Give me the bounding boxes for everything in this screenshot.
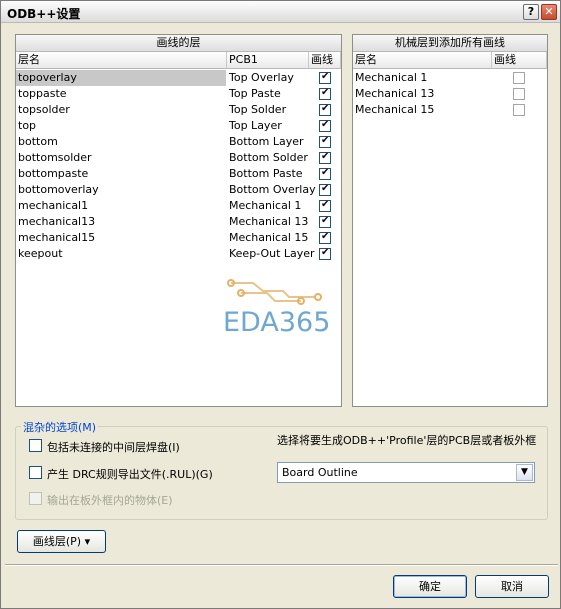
chevron-down-icon[interactable]: ▼ [516, 464, 533, 481]
draw-checkbox[interactable] [319, 183, 331, 196]
layer-name-cell: bottomsolder [18, 151, 92, 164]
table-row[interactable]: topsolder Top Solder [16, 102, 341, 118]
draw-checkbox[interactable] [319, 247, 331, 260]
layer-name-cell: mechanical1 [18, 199, 89, 212]
draw-checkbox[interactable] [319, 215, 331, 228]
table-row[interactable]: toppaste Top Paste [16, 86, 341, 102]
pcb-layer-cell: Mechanical 13 [229, 215, 309, 228]
draw-checkbox[interactable] [319, 199, 331, 212]
layer-name-cell: mechanical15 [18, 231, 96, 244]
pcb-layer-cell: Bottom Solder [229, 151, 308, 164]
checkbox-box[interactable] [29, 466, 42, 479]
odb-settings-dialog: ODB++设置 ? ✕ 画线的层 层名 PCB1 画线 topoverlay To… [0, 0, 561, 609]
table-row[interactable]: Mechanical 13 [353, 86, 547, 102]
pcb-layer-cell: Bottom Overlay [229, 183, 316, 196]
circuit-trace-icon [227, 279, 322, 305]
table-row[interactable]: Mechanical 1 [353, 70, 547, 86]
footer-divider [5, 564, 558, 566]
table-row[interactable]: Mechanical 15 [353, 102, 547, 118]
pcb-layer-cell: Top Overlay [229, 71, 294, 84]
title-bar[interactable]: ODB++设置 ? ✕ [1, 1, 560, 23]
draw-checkbox[interactable] [319, 135, 331, 148]
mech-layer-name-cell: Mechanical 1 [355, 71, 428, 84]
mech-draw-checkbox[interactable] [513, 72, 525, 84]
pcb-layer-cell: Bottom Layer [229, 135, 304, 148]
draw-checkbox[interactable] [319, 151, 331, 164]
layer-name-cell: bottomoverlay [18, 183, 99, 196]
table-row[interactable]: mechanical1 Mechanical 1 [16, 198, 341, 214]
table-row[interactable]: bottom Bottom Layer [16, 134, 341, 150]
mech-draw-checkbox[interactable] [513, 88, 525, 100]
profile-layer-select[interactable]: Board Outline ▼ [277, 462, 535, 483]
close-button[interactable]: ✕ [541, 4, 557, 20]
column-mech-layer-name[interactable]: 层名 [353, 52, 492, 69]
column-pcb1[interactable]: PCB1 [227, 52, 309, 69]
ok-button[interactable]: 确定 [393, 575, 467, 598]
draw-checkbox[interactable] [319, 167, 331, 180]
pcb-layer-cell: Top Solder [229, 103, 287, 116]
output-outside-board-label: 输出在板外框内的物体(E) [47, 494, 173, 507]
pcb-layer-cell: Top Paste [229, 87, 281, 100]
mech-draw-checkbox[interactable] [513, 104, 525, 116]
draw-checkbox[interactable] [319, 71, 331, 84]
layer-name-cell: topoverlay [16, 70, 226, 86]
mech-layer-name-cell: Mechanical 15 [355, 103, 435, 116]
table-row[interactable]: bottomsolder Bottom Solder [16, 150, 341, 166]
layer-name-cell: mechanical13 [18, 215, 96, 228]
column-mech-draw[interactable]: 画线 [492, 52, 547, 69]
window-title: ODB++设置 [7, 7, 81, 21]
table-row[interactable]: top Top Layer [16, 118, 341, 134]
profile-layer-label: 选择将要生成ODB++'Profile'层的PCB层或者板外框 [277, 434, 537, 447]
layer-name-cell: toppaste [18, 87, 67, 100]
cancel-button[interactable]: 取消 [475, 575, 549, 598]
table-row[interactable]: mechanical15 Mechanical 15 [16, 230, 341, 246]
pcb-layer-cell: Mechanical 1 [229, 199, 302, 212]
profile-layer-value: Board Outline [282, 466, 358, 479]
drawn-layers-header: 画线的层 [16, 35, 341, 52]
export-drc-rules-label: 产生 DRC规则导出文件(.RUL)(G) [47, 468, 213, 481]
draw-layers-button[interactable]: 画线层(P) ▾ [17, 530, 106, 553]
mechanical-layers-panel: 机械层到添加所有画线 层名 画线 Mechanical 1 Mechanical … [352, 34, 548, 407]
watermark-text: EDA365 [223, 307, 331, 338]
drawn-layers-panel: 画线的层 层名 PCB1 画线 topoverlayTop Overlaytop… [15, 34, 342, 407]
layer-name-cell: keepout [18, 247, 63, 260]
layer-name-cell: topsolder [18, 103, 70, 116]
layer-name-cell: bottompaste [18, 167, 89, 180]
draw-checkbox[interactable] [319, 231, 331, 244]
pcb-layer-cell: Bottom Paste [229, 167, 303, 180]
table-row[interactable]: keepout Keep-Out Layer [16, 246, 341, 262]
eda365-watermark: EDA365 [223, 279, 341, 339]
layer-name-cell: top [18, 119, 37, 132]
misc-options-legend: 混杂的选项(M) [21, 419, 99, 435]
table-row[interactable]: mechanical13 Mechanical 13 [16, 214, 341, 230]
checkbox-box[interactable] [29, 439, 42, 452]
draw-checkbox[interactable] [319, 103, 331, 116]
table-row[interactable]: bottompaste Bottom Paste [16, 166, 341, 182]
mechanical-layers-header: 机械层到添加所有画线 [353, 35, 547, 52]
draw-checkbox[interactable] [319, 87, 331, 100]
include-unconnected-pads-label: 包括未连接的中间层焊盘(I) [47, 441, 180, 454]
help-button[interactable]: ? [523, 4, 539, 20]
column-layer-name[interactable]: 层名 [16, 52, 227, 69]
pcb-layer-cell: Mechanical 15 [229, 231, 309, 244]
pcb-layer-cell: Top Layer [229, 119, 282, 132]
draw-checkbox[interactable] [319, 119, 331, 132]
table-row[interactable]: topoverlay Top Overlay [16, 70, 341, 86]
column-draw[interactable]: 画线 [309, 52, 341, 69]
checkbox-box [29, 492, 42, 505]
table-row[interactable]: bottomoverlay Bottom Overlay [16, 182, 341, 198]
layer-name-cell: bottom [18, 135, 58, 148]
pcb-layer-cell: Keep-Out Layer [229, 247, 315, 260]
mech-layer-name-cell: Mechanical 13 [355, 87, 435, 100]
